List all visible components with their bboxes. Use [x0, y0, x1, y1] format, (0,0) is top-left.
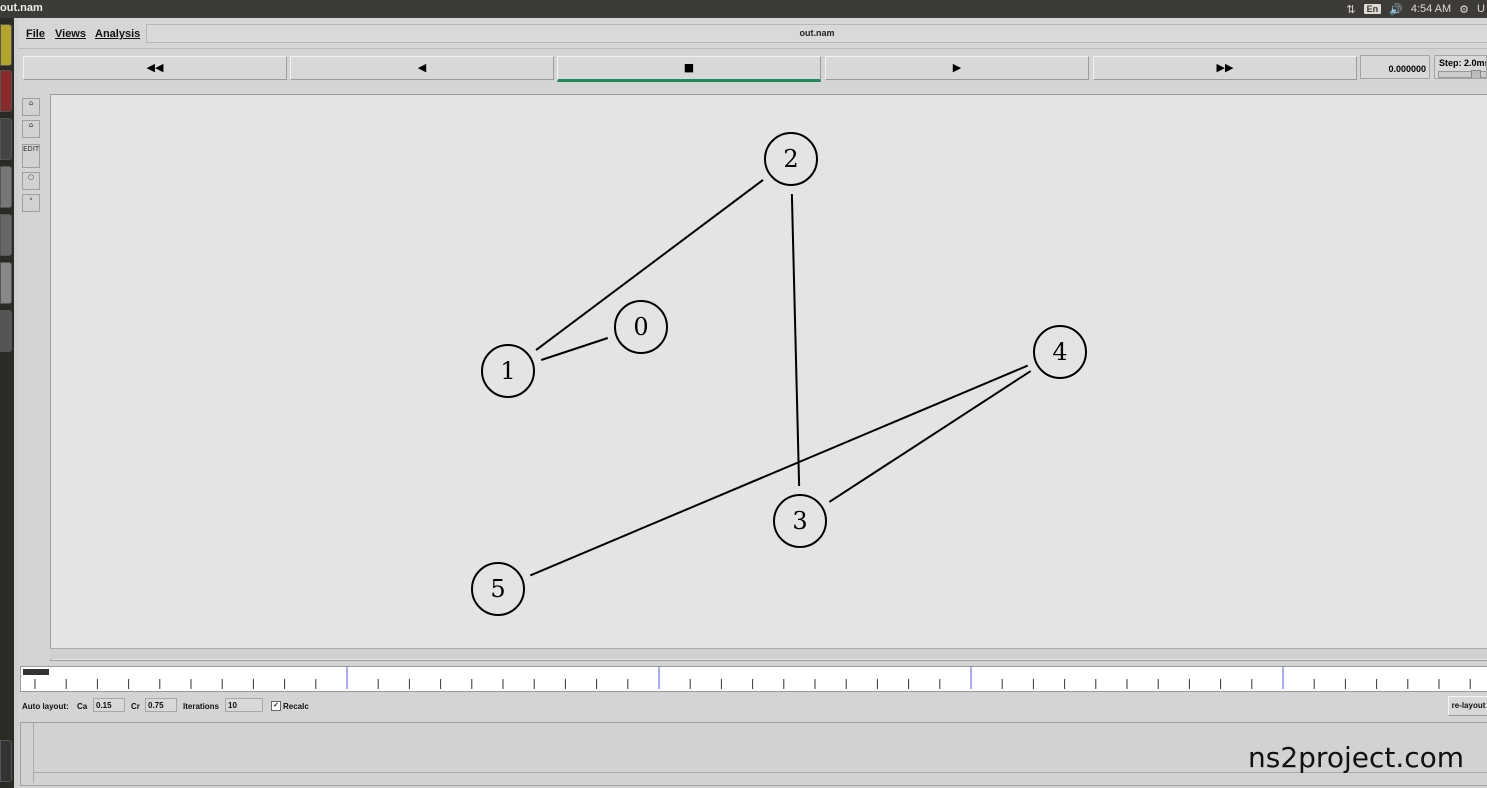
node-label: 1: [500, 357, 515, 385]
system-tray: ⇅ En 🔊 4:54 AM ⚙ U: [1346, 0, 1487, 18]
node-1[interactable]: 1: [481, 344, 535, 398]
menu-analysis[interactable]: Analysis: [95, 28, 140, 40]
ca-label: Ca: [77, 702, 88, 711]
node-label: 5: [490, 575, 505, 603]
tool-column: ⌂ ⌂ EDIT ○ ∘: [22, 94, 40, 218]
link-2-3[interactable]: [790, 193, 801, 487]
transport-controls: ◀◀ ◀ ■ ▶ ▶▶ 0.000000 Step: 2.0ms: [18, 52, 1487, 88]
link-1-2[interactable]: [535, 179, 764, 351]
canvas-horizontal-scrollbar[interactable]: [50, 648, 1487, 659]
launcher-app-icon[interactable]: [0, 310, 12, 352]
link-1-0[interactable]: [540, 337, 609, 361]
step-slider-thumb[interactable]: [1471, 70, 1481, 78]
node-label: 3: [792, 507, 807, 535]
window-title: out.nam: [0, 2, 43, 14]
launcher-app-icon[interactable]: [0, 70, 12, 112]
menu-file[interactable]: File: [26, 28, 45, 40]
edit-button[interactable]: EDIT: [22, 144, 40, 168]
node-2[interactable]: 2: [764, 132, 818, 186]
nodes-layer: 0 1 2 3 4 5: [471, 132, 1087, 616]
node-label: 0: [633, 313, 648, 341]
step-back-button[interactable]: ◀: [290, 56, 554, 80]
recalc-checkbox[interactable]: ✓: [271, 701, 281, 711]
node-0[interactable]: 0: [614, 300, 668, 354]
current-time-display: 0.000000: [1360, 55, 1430, 79]
node-label: 4: [1052, 338, 1067, 366]
network-canvas[interactable]: 0 1 2 3 4 5: [50, 94, 1487, 661]
launcher-app-icon[interactable]: [0, 262, 12, 304]
small-circle-tool-icon[interactable]: ∘: [22, 194, 40, 212]
node-3[interactable]: 3: [773, 494, 827, 548]
watermark: ns2project.com: [1248, 741, 1465, 774]
rewind-button[interactable]: ◀◀: [23, 56, 287, 80]
node-label: 2: [783, 145, 798, 173]
launcher-app-icon[interactable]: [0, 24, 12, 66]
iterations-input[interactable]: 10: [225, 698, 263, 712]
user-menu[interactable]: U: [1477, 3, 1485, 15]
menu-views[interactable]: Views: [55, 28, 86, 40]
menu-bar: File Views Analysis out.nam: [18, 18, 1487, 49]
ca-input[interactable]: 0.15: [93, 698, 125, 712]
step-control[interactable]: Step: 2.0ms: [1434, 55, 1487, 79]
links-layer: [529, 179, 1032, 577]
circle-tool-icon[interactable]: ○: [22, 172, 40, 190]
nam-window: File Views Analysis out.nam ◀◀ ◀ ■ ▶ ▶▶ …: [18, 18, 1487, 788]
filename-display: out.nam: [146, 24, 1487, 43]
launcher-app-icon[interactable]: [0, 214, 12, 256]
clock[interactable]: 4:54 AM: [1411, 3, 1451, 15]
keyboard-layout-indicator[interactable]: En: [1363, 4, 1382, 14]
fast-forward-button[interactable]: ▶▶: [1093, 56, 1357, 80]
link-4-5[interactable]: [529, 364, 1029, 577]
network-icon[interactable]: ⇅: [1346, 3, 1355, 16]
auto-layout-panel: Auto layout: Ca 0.15 Cr 0.75 Iterations …: [18, 696, 1487, 718]
node-4[interactable]: 4: [1033, 325, 1087, 379]
volume-icon[interactable]: 🔊: [1389, 3, 1403, 16]
launcher-app-icon[interactable]: [0, 166, 12, 208]
zoom-out-icon[interactable]: ⌂: [22, 120, 40, 138]
unity-launcher: [0, 18, 14, 788]
cr-input[interactable]: 0.75: [145, 698, 177, 712]
gear-icon[interactable]: ⚙: [1459, 3, 1469, 16]
re-layout-button[interactable]: re-layout: [1448, 696, 1487, 716]
time-slider[interactable]: [20, 666, 1487, 692]
play-button[interactable]: ▶: [825, 56, 1089, 80]
timeline-ticks: [34, 667, 1471, 689]
step-label: Step: 2.0ms: [1439, 58, 1487, 68]
cr-label: Cr: [131, 702, 140, 711]
network-topology: 0 1 2 3 4 5: [471, 132, 1087, 616]
auto-layout-label: Auto layout:: [22, 702, 69, 711]
system-top-bar: out.nam ⇅ En 🔊 4:54 AM ⚙ U: [0, 0, 1487, 18]
zoom-in-icon[interactable]: ⌂: [22, 98, 40, 116]
node-5[interactable]: 5: [471, 562, 525, 616]
iterations-label: Iterations: [183, 702, 220, 711]
launcher-app-icon[interactable]: [0, 118, 12, 160]
stop-button[interactable]: ■: [557, 56, 821, 82]
launcher-trash-icon[interactable]: [0, 740, 12, 782]
recalc-label: Recalc: [283, 702, 309, 711]
